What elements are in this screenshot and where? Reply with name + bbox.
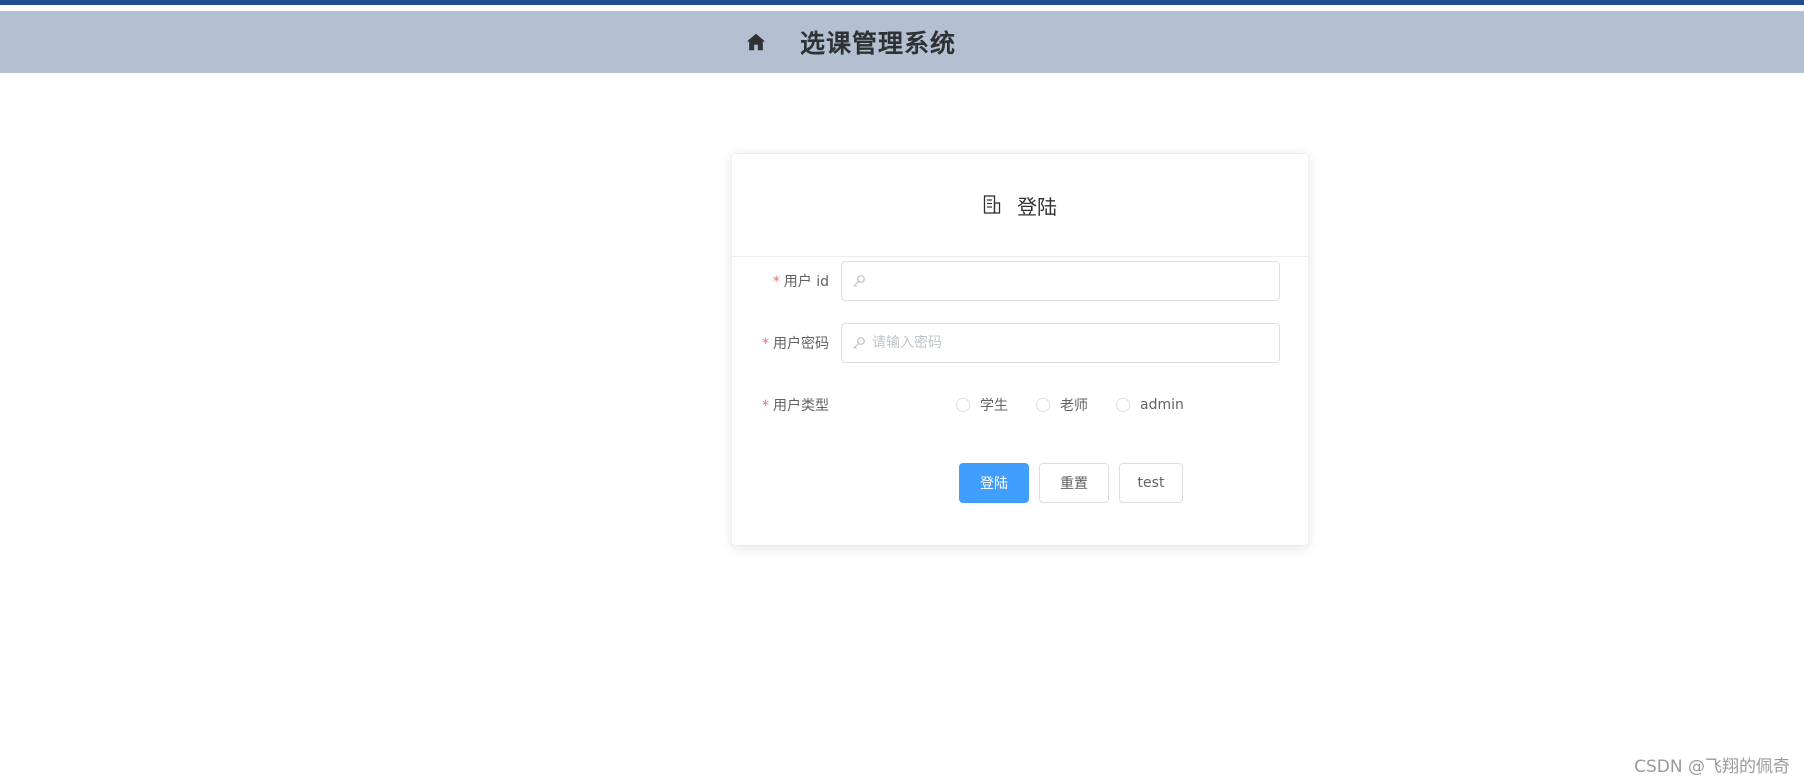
header-content: 选课管理系统 xyxy=(745,11,956,73)
user-id-label: * 用户 id xyxy=(732,271,841,291)
reset-button[interactable]: 重置 xyxy=(1039,463,1109,503)
radio-circle[interactable] xyxy=(956,398,970,412)
user-id-row: * 用户 id xyxy=(732,261,1308,301)
radio-label: 老师 xyxy=(1060,398,1088,414)
top-accent-strip xyxy=(0,0,1804,5)
watermark: CSDN @飞翔的佩奇 xyxy=(1634,757,1790,777)
radio-circle[interactable] xyxy=(1116,398,1130,412)
radio-label: admin xyxy=(1140,397,1184,413)
password-input[interactable] xyxy=(842,324,1279,362)
document-icon xyxy=(983,195,1001,214)
form-buttons: 登陆 重置 test xyxy=(959,463,1193,503)
app-header: 选课管理系统 xyxy=(0,11,1804,73)
required-star: * xyxy=(762,336,769,352)
test-button[interactable]: test xyxy=(1119,463,1183,503)
password-input-wrapper xyxy=(841,323,1280,363)
user-id-input[interactable] xyxy=(842,262,1279,300)
radio-label: 学生 xyxy=(980,398,1008,414)
user-type-label-text: 用户类型 xyxy=(773,398,829,414)
radio-student[interactable]: 学生 xyxy=(956,395,1008,415)
app-title: 选课管理系统 xyxy=(800,29,957,58)
login-card-header: 登陆 xyxy=(732,154,1308,257)
login-button[interactable]: 登陆 xyxy=(959,463,1029,503)
required-star: * xyxy=(772,274,780,290)
radio-teacher[interactable]: 老师 xyxy=(1036,395,1088,415)
required-star: * xyxy=(762,398,769,414)
login-card: 登陆 * 用户 id * 用户密码 * 用户类型 学生 老师 admin 登陆 … xyxy=(731,153,1309,546)
password-label-text: 用户密码 xyxy=(773,336,829,352)
login-title: 登陆 xyxy=(1017,194,1057,219)
user-type-label: * 用户类型 xyxy=(732,395,841,415)
user-type-radio-group: 学生 老师 admin xyxy=(956,395,1212,415)
radio-admin[interactable]: admin xyxy=(1116,397,1184,413)
password-label: * 用户密码 xyxy=(732,333,841,353)
user-type-row: * 用户类型 学生 老师 admin xyxy=(732,385,1308,425)
radio-circle[interactable] xyxy=(1036,398,1050,412)
password-row: * 用户密码 xyxy=(732,323,1308,363)
home-icon[interactable] xyxy=(745,31,767,53)
user-id-input-wrapper xyxy=(841,261,1280,301)
user-id-label-text: 用户 id xyxy=(783,274,829,290)
